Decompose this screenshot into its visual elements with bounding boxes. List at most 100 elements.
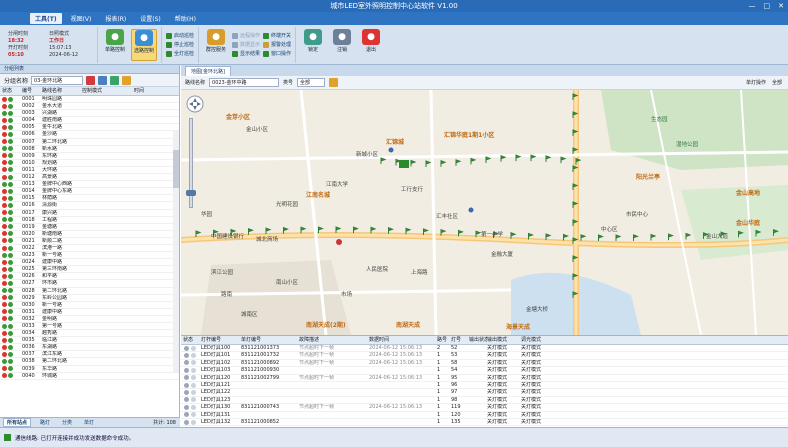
maximize-button[interactable]: □ xyxy=(764,0,771,12)
group-list-item[interactable]: 0022 滨港一路 xyxy=(0,245,179,253)
lamp-row[interactable]: LED灯具122 1 97 关灯模式 关灯模式 xyxy=(181,389,788,397)
group-list-item[interactable]: 0011 大环路 xyxy=(0,167,179,175)
group-list-item[interactable]: 0013 金牌中心西路 xyxy=(0,181,179,189)
group-list-item[interactable]: 0018 工程路 xyxy=(0,217,179,224)
group-list-item[interactable]: 0006 金沙路 xyxy=(0,131,179,139)
small1-button-2[interactable]: 全灯巡检 xyxy=(166,50,194,58)
lock-button[interactable]: ● 锁定 xyxy=(300,28,326,61)
street-map[interactable]: 金芽小区 汇锦城 汇锦华庭1期1小区 江南名城 阳光兰亭 金山高地 金山华庭 南湖天成(2期)… xyxy=(181,90,788,335)
group-list-item[interactable]: 0023 新一号路 xyxy=(0,252,179,260)
small3-button-2[interactable]: 窗口操作 xyxy=(263,50,291,58)
group-list-item[interactable]: 0002 金水大道 xyxy=(0,103,179,111)
lamp-row[interactable]: LED灯具131 1 120 关灯模式 关灯模式 xyxy=(181,412,788,419)
group-list-item[interactable]: 0025 第三环南路 xyxy=(0,266,179,274)
lamp-row[interactable]: LED灯具123 1 98 关灯模式 关灯模式 xyxy=(181,397,788,405)
menu-settings[interactable]: 设置(S) xyxy=(135,13,166,24)
group-list-item[interactable]: 0016 清源街 xyxy=(0,202,179,210)
minimize-button[interactable]: — xyxy=(749,0,756,12)
menu-tools[interactable]: 工具(T) xyxy=(30,13,62,24)
select-control-button[interactable]: ● 选路控制 xyxy=(131,28,157,61)
group-list-item[interactable]: 0037 滨江东路 xyxy=(0,351,179,359)
locate-icon[interactable] xyxy=(329,78,339,87)
group-list-item[interactable]: 0003 兴湖路 xyxy=(0,110,179,118)
lamp-row[interactable]: LED灯具121 1 96 关灯模式 关灯模式 xyxy=(181,382,788,390)
all-button[interactable]: 全部 xyxy=(772,79,782,86)
col-status[interactable]: 状态 xyxy=(0,87,22,95)
group-list-item[interactable]: 0021 新顺二路 xyxy=(0,238,179,245)
group-list-item[interactable]: 0026 和平路 xyxy=(0,273,179,281)
group-list-item[interactable]: 0029 东岭公园路 xyxy=(0,295,179,302)
group-list-item[interactable]: 0015 林荫路 xyxy=(0,195,179,203)
lamp-row[interactable]: LED灯具103 831121000930 1 54 关灯模式 关灯模式 xyxy=(181,367,788,375)
small1-button-0[interactable]: 启动巡检 xyxy=(166,32,194,40)
col-time[interactable]: 时间 xyxy=(134,87,164,95)
col-id[interactable]: 编号 xyxy=(22,87,42,95)
refresh-icon[interactable] xyxy=(98,75,108,85)
small3-button-1[interactable]: 报警处理 xyxy=(263,41,291,49)
col-fault[interactable]: 故障描述 xyxy=(299,336,369,344)
tab-all-stations[interactable]: 所有站点 xyxy=(3,418,32,427)
list-scrollbar[interactable] xyxy=(173,130,179,373)
group-list-item[interactable]: 0027 环市路 xyxy=(0,280,179,288)
col-lamp-id[interactable]: 单灯编号 xyxy=(241,336,299,344)
col-name[interactable]: 路线名称 xyxy=(42,87,82,95)
power-button[interactable]: ● 退出 xyxy=(358,28,384,61)
lamp-row[interactable]: LED灯具132 831121000852 1 135 关灯模式 关灯模式 xyxy=(181,419,788,427)
col-output-state[interactable]: 输出状态 xyxy=(469,336,487,344)
small3-button-0[interactable]: 终端开关 xyxy=(263,32,291,40)
group-list-item[interactable]: 0009 东环路 xyxy=(0,153,179,160)
col-data-time[interactable]: 数据时间 xyxy=(369,336,437,344)
delete-icon[interactable] xyxy=(86,75,96,85)
type-select[interactable]: 全部 xyxy=(297,78,326,87)
group-list-item[interactable]: 0028 第二环北路 xyxy=(0,288,179,295)
tab-streetlights[interactable]: 路灯 xyxy=(37,419,53,426)
route-select[interactable]: 0023-金环中路 xyxy=(209,78,280,87)
group-list-item[interactable]: 0019 金塘路 xyxy=(0,224,179,231)
group-list-item[interactable]: 0012 高景路 xyxy=(0,174,179,182)
col-dimming-mode[interactable]: 调光模式 xyxy=(521,336,581,344)
menu-help[interactable]: 帮助(H) xyxy=(170,13,201,24)
col-loop[interactable]: 路号 xyxy=(437,336,451,344)
group-list-item[interactable]: 0032 金明路 xyxy=(0,316,179,323)
group-list-item[interactable]: 0031 建康中路 xyxy=(0,309,179,316)
group-list-item[interactable]: 0024 建康中路 xyxy=(0,259,179,267)
lamp-row[interactable]: LED灯具100 831121001373 节点超时下一帧 2024-06-12 15… xyxy=(181,345,788,353)
lamp-row[interactable]: LED灯具120 831121002799 节点超时下一帧 2024-06-12 15… xyxy=(181,375,788,382)
group-list-item[interactable]: 0036 东湖路 xyxy=(0,344,179,352)
group-list-item[interactable]: 0033 第一号路 xyxy=(0,323,179,331)
lamp-row[interactable]: LED灯具130 831121000743 节点超时下一帧 2024-06-12 15… xyxy=(181,404,788,412)
zoom-slider-handle[interactable] xyxy=(186,190,196,196)
lamp-row[interactable]: LED灯具101 831121001732 节点超时下一帧 2024-06-12 15… xyxy=(181,352,788,360)
small2-button-1[interactable]: 数据显示 xyxy=(232,41,260,49)
group-list-item[interactable]: 0001 明珠园路 xyxy=(0,96,179,104)
group-list-item[interactable]: 0005 金牛北路 xyxy=(0,124,179,132)
small2-button-2[interactable]: 显示结果 xyxy=(232,50,260,58)
loop-control-button[interactable]: ● 单路控制 xyxy=(102,28,128,61)
map-canvas[interactable] xyxy=(181,90,788,335)
group-list-item[interactable]: 0035 临江路 xyxy=(0,337,179,345)
group-list-item[interactable]: 0007 第二环北路 xyxy=(0,139,179,146)
tab-categories[interactable]: 分类 xyxy=(59,419,75,426)
lamp-row[interactable]: LED灯具102 831121000892 节点超时下一帧 2024-06-12 15… xyxy=(181,360,788,368)
small2-button-0[interactable]: 远程操作 xyxy=(232,32,260,40)
add-icon[interactable] xyxy=(110,75,120,85)
group-list-item[interactable]: 0004 建胜南路 xyxy=(0,117,179,125)
group-list-item[interactable]: 0040 环城路 xyxy=(0,373,179,380)
group-list-item[interactable]: 0008 新水路 xyxy=(0,146,179,153)
group-list-item[interactable]: 0020 新塘南路 xyxy=(0,231,179,238)
small1-button-1[interactable]: 停止巡检 xyxy=(166,41,194,49)
single-lamp-operation-button[interactable]: 单灯操作 xyxy=(746,79,766,86)
col-pole-id[interactable]: 灯杆编号 xyxy=(201,336,241,344)
col-lamp-status[interactable]: 状态 xyxy=(181,336,201,344)
group-list-item[interactable]: 0039 东华路 xyxy=(0,366,179,373)
close-button[interactable]: ✕ xyxy=(778,0,784,12)
tab-single-lamps[interactable]: 单灯 xyxy=(81,419,97,426)
tab-map[interactable]: 地图[金环北路] xyxy=(185,66,231,76)
group-list-item[interactable]: 0030 新一号路 xyxy=(0,302,179,309)
menu-view[interactable]: 视图(V) xyxy=(66,13,97,24)
group-list-item[interactable]: 0014 金牌中心东路 xyxy=(0,188,179,196)
group-service-button[interactable]: ● 群控服务 xyxy=(203,28,229,61)
filter-icon[interactable] xyxy=(122,75,132,85)
group-list-item[interactable]: 0034 越秀路 xyxy=(0,330,179,338)
group-filter-select[interactable]: 03-金环北路 xyxy=(31,75,84,85)
